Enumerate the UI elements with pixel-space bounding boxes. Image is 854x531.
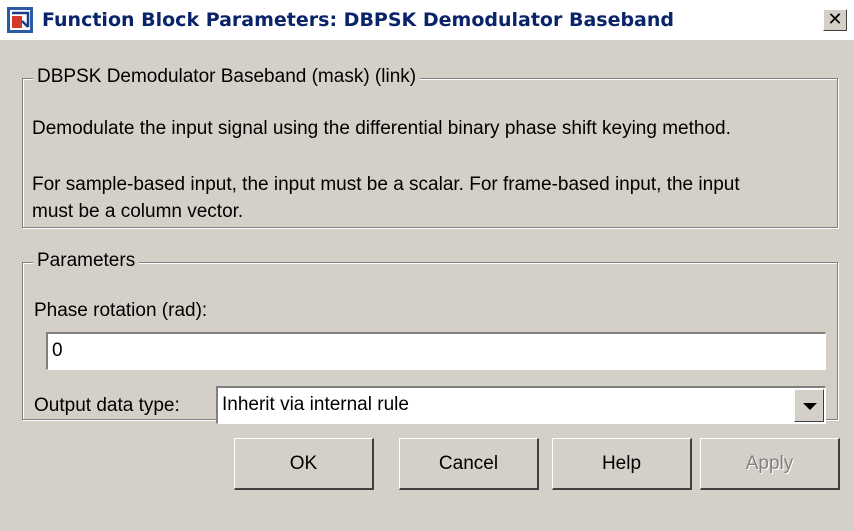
window-title: Function Block Parameters: DBPSK Demodul… bbox=[42, 9, 675, 31]
apply-button[interactable]: Apply bbox=[700, 438, 840, 490]
phase-rotation-label: Phase rotation (rad): bbox=[34, 300, 208, 321]
close-button[interactable]: ✕ bbox=[823, 9, 847, 31]
parameters-group-label: Parameters bbox=[33, 250, 140, 272]
dialog-window: Function Block Parameters: DBPSK Demodul… bbox=[0, 0, 854, 531]
phase-rotation-input[interactable]: 0 bbox=[46, 332, 826, 370]
ok-button[interactable]: OK bbox=[234, 438, 374, 490]
output-data-type-select[interactable]: Inherit via internal rule bbox=[216, 386, 826, 424]
simulink-block-icon bbox=[7, 7, 33, 33]
chevron-down-icon bbox=[803, 403, 817, 410]
phase-rotation-value: 0 bbox=[52, 340, 63, 361]
description-group-label: DBPSK Demodulator Baseband (mask) (link) bbox=[33, 66, 421, 88]
output-data-type-label: Output data type: bbox=[34, 395, 180, 416]
output-data-type-value: Inherit via internal rule bbox=[222, 394, 409, 415]
dropdown-button[interactable] bbox=[794, 389, 824, 422]
description-line-1: Demodulate the input signal using the di… bbox=[32, 118, 731, 139]
description-line-2b: must be a column vector. bbox=[32, 201, 244, 222]
cancel-button[interactable]: Cancel bbox=[399, 438, 539, 490]
title-bar[interactable]: Function Block Parameters: DBPSK Demodul… bbox=[0, 0, 854, 40]
description-line-2a: For sample-based input, the input must b… bbox=[32, 174, 740, 195]
help-button[interactable]: Help bbox=[552, 438, 692, 490]
close-icon: ✕ bbox=[827, 9, 843, 30]
